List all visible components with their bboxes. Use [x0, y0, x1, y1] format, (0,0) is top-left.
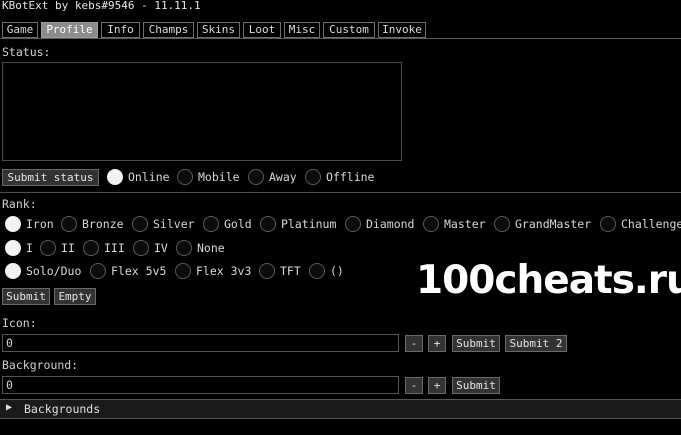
radio-tier-grandmaster-label: GrandMaster: [515, 217, 592, 231]
icon-increment-button[interactable]: +: [428, 335, 446, 352]
icon-decrement-button[interactable]: -: [405, 335, 423, 352]
radio-tier-diamond-indicator: [345, 216, 361, 232]
backgrounds-collapsible-header[interactable]: ▶ Backgrounds: [0, 399, 681, 419]
rank-label: Rank:: [2, 197, 37, 211]
separator: [0, 192, 681, 193]
radio-online-indicator: [107, 169, 123, 185]
radio-queue-flex-3v3-label: Flex 3v3: [196, 264, 252, 278]
tab-skins[interactable]: Skins: [197, 22, 240, 38]
icon-submit-2-button[interactable]: Submit 2: [505, 335, 567, 352]
radio-queue-solo-duo-label: Solo/Duo: [26, 264, 82, 278]
rank-submit-button[interactable]: Submit: [2, 288, 50, 305]
tab-invoke[interactable]: Invoke: [378, 22, 426, 38]
radio-division-ii-indicator: [40, 240, 56, 256]
tab-info[interactable]: Info: [101, 22, 140, 38]
radio-queue-flex-5v5-indicator: [90, 263, 106, 279]
radio-tier-silver-label: Silver: [153, 217, 195, 231]
tab-game[interactable]: Game: [2, 22, 38, 38]
radio-tier-platinum-indicator: [260, 216, 276, 232]
radio-tier-challenger[interactable]: Challenger: [600, 215, 681, 235]
background-increment-button[interactable]: +: [428, 377, 446, 394]
radio-tier-platinum-label: Platinum: [281, 217, 337, 231]
tab-profile[interactable]: Profile: [41, 22, 98, 38]
radio-queue-empty-label: (): [330, 264, 344, 278]
background-label: Background:: [2, 358, 79, 372]
radio-mobile-label: Mobile: [198, 170, 240, 184]
status-textarea[interactable]: [2, 62, 402, 161]
radio-queue-tft-label: TFT: [280, 264, 301, 278]
radio-division-i-label: I: [26, 241, 33, 255]
radio-tier-master-label: Master: [444, 217, 486, 231]
radio-tier-master-indicator: [423, 216, 439, 232]
radio-queue-flex-3v3-indicator: [175, 263, 191, 279]
radio-tier-diamond-label: Diamond: [366, 217, 415, 231]
radio-division-iv-label: IV: [154, 241, 168, 255]
background-decrement-button[interactable]: -: [405, 377, 423, 394]
tab-loot[interactable]: Loot: [243, 22, 281, 38]
tab-champs[interactable]: Champs: [143, 22, 194, 38]
radio-division-iv-indicator: [133, 240, 149, 256]
status-label: Status:: [2, 45, 51, 59]
radio-division-iii-label: III: [104, 241, 125, 255]
submit-status-button[interactable]: Submit status: [2, 169, 99, 186]
radio-division-ii-label: II: [61, 241, 75, 255]
background-input[interactable]: 0: [2, 376, 399, 394]
radio-tier-grandmaster-indicator: [494, 216, 510, 232]
radio-tier-iron-indicator: [5, 216, 21, 232]
radio-division-iii-indicator: [83, 240, 99, 256]
radio-division-i-indicator: [5, 240, 21, 256]
radio-tier-bronze-label: Bronze: [82, 217, 124, 231]
background-submit-button[interactable]: Submit: [452, 377, 500, 394]
backgrounds-label: Backgrounds: [24, 402, 101, 416]
radio-queue-tft-indicator: [259, 263, 275, 279]
radio-queue-flex-5v5-label: Flex 5v5: [111, 264, 167, 278]
radio-queue-empty-indicator: [309, 263, 325, 279]
radio-division-none-label: None: [197, 241, 225, 255]
icon-submit-button[interactable]: Submit: [452, 335, 500, 352]
radio-tier-challenger-indicator: [600, 216, 616, 232]
icon-label: Icon:: [2, 316, 37, 330]
tab-custom[interactable]: Custom: [323, 22, 375, 38]
triangle-right-icon: ▶: [6, 402, 13, 413]
radio-tier-gold-label: Gold: [224, 217, 252, 231]
rank-empty-button[interactable]: Empty: [54, 288, 96, 305]
radio-tier-silver-indicator: [132, 216, 148, 232]
icon-input[interactable]: 0: [2, 334, 399, 352]
radio-tier-bronze-indicator: [61, 216, 77, 232]
radio-tier-gold-indicator: [203, 216, 219, 232]
radio-away-label: Away: [269, 170, 297, 184]
radio-queue-solo-duo-indicator: [5, 263, 21, 279]
radio-online-label: Online: [128, 170, 170, 184]
window-title: KBotExt by kebs#9546 - 11.11.1: [0, 0, 681, 15]
radio-tier-iron-label: Iron: [26, 217, 54, 231]
radio-offline-label: Offline: [326, 170, 375, 184]
radio-offline-indicator: [305, 169, 321, 185]
radio-tier-challenger-label: Challenger: [621, 217, 681, 231]
tab-bar: Game Profile Info Champs Skins Loot Misc…: [0, 20, 681, 39]
watermark: 100cheats.ru: [416, 258, 681, 303]
radio-away-indicator: [248, 169, 264, 185]
radio-division-none-indicator: [176, 240, 192, 256]
tab-misc[interactable]: Misc: [284, 22, 320, 38]
radio-mobile-indicator: [177, 169, 193, 185]
